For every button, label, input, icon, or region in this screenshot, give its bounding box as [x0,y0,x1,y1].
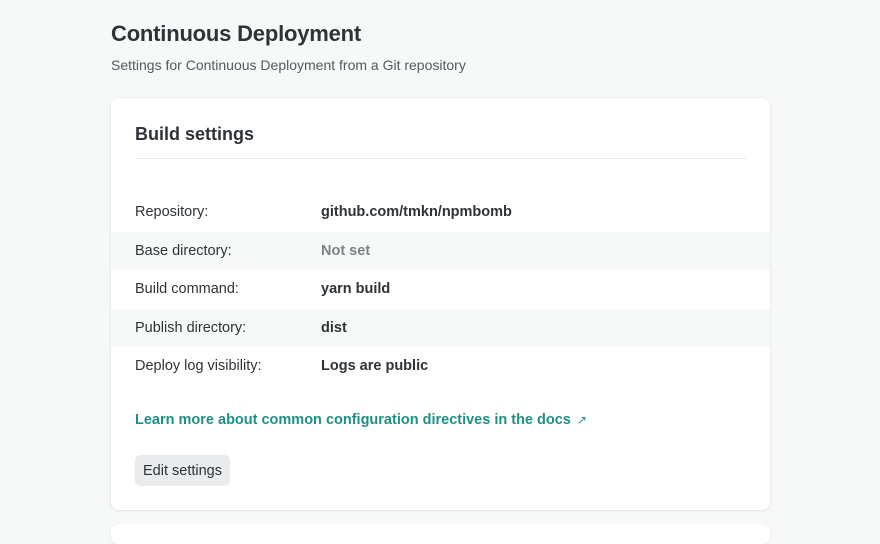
setting-label: Build command: [135,281,239,298]
setting-row-base-directory: Base directory: Not set [111,231,770,270]
build-settings-card: Build settings Repository: github.com/tm… [111,98,770,510]
next-card [111,524,770,544]
setting-value: Not set [321,242,371,259]
docs-link[interactable]: Learn more about common configuration di… [135,412,587,428]
setting-label: Deploy log visibility: [135,358,262,375]
setting-label: Publish directory: [135,319,247,336]
edit-settings-button[interactable]: Edit settings [135,455,230,486]
external-link-icon: ↗ [576,413,587,427]
page-title: Continuous Deployment [111,21,362,46]
setting-row-build-command: Build command: yarn build [111,270,770,309]
settings-list: Repository: github.com/tmkn/npmbomb Base… [111,193,770,386]
setting-value: dist [321,319,347,336]
setting-value: yarn build [321,281,391,298]
page-subtitle: Settings for Continuous Deployment from … [111,57,466,73]
setting-label: Repository: [135,204,209,221]
card-title: Build settings [135,124,255,144]
docs-link-label: Learn more about common configuration di… [135,412,571,428]
setting-value: Logs are public [321,358,429,375]
setting-row-deploy-log-visibility: Deploy log visibility: Logs are public [111,347,770,386]
setting-value: github.com/tmkn/npmbomb [321,204,512,221]
setting-row-repository: Repository: github.com/tmkn/npmbomb [111,193,770,232]
card-divider [135,158,746,159]
setting-label: Base directory: [135,242,232,259]
setting-row-publish-directory: Publish directory: dist [111,308,770,347]
